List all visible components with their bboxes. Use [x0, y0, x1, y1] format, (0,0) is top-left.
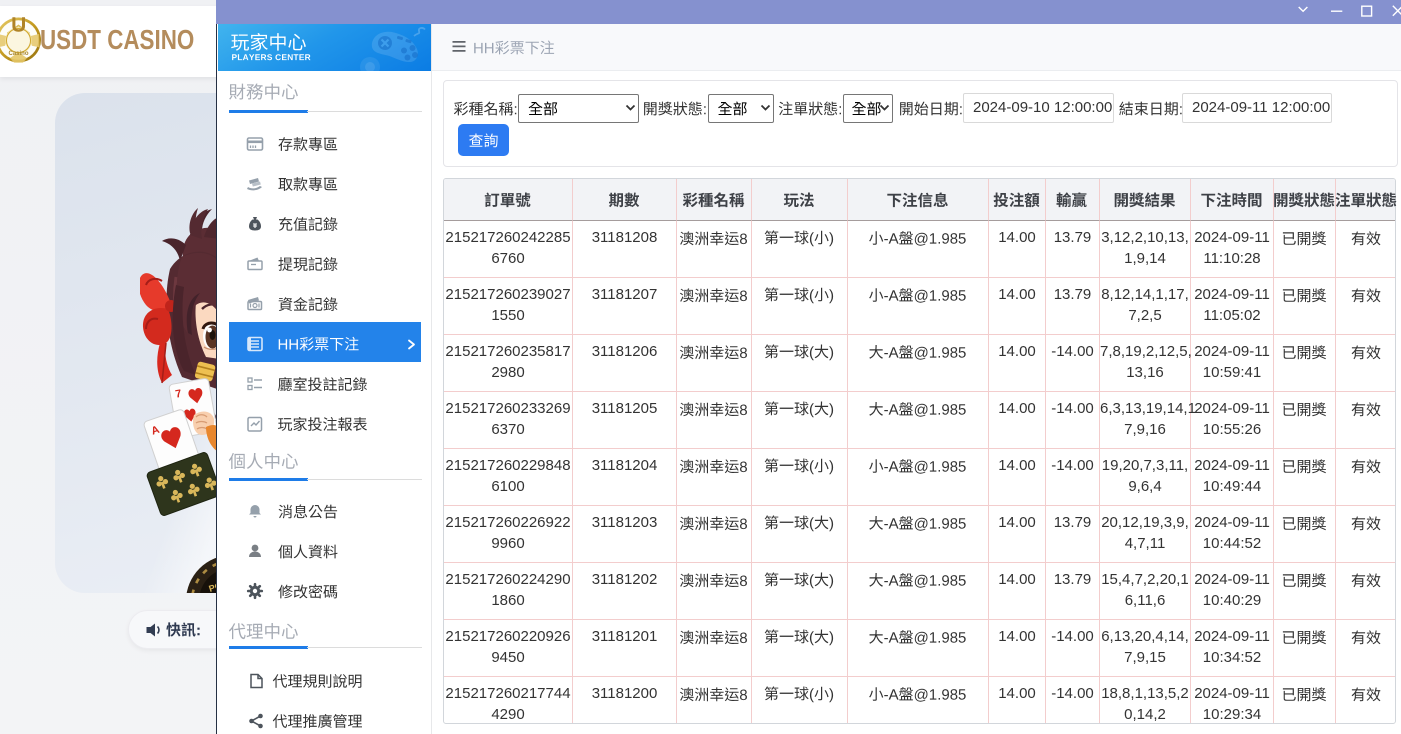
svg-text:Casino: Casino: [8, 51, 28, 57]
